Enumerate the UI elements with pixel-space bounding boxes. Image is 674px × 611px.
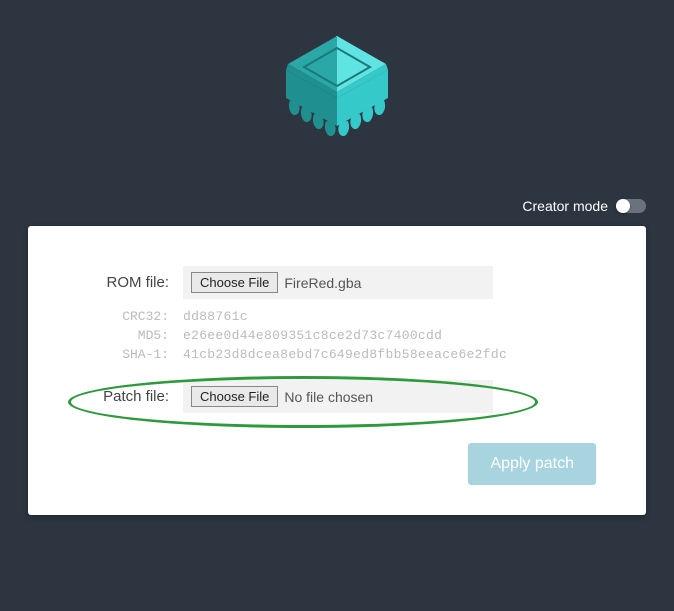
crc32-value: dd88761c bbox=[183, 309, 248, 324]
crc32-row: CRC32: dd88761c bbox=[78, 309, 596, 324]
sha1-value: 41cb23d8dcea8ebd7c649ed8fbb58eeace6e2fdc bbox=[183, 347, 507, 362]
chip-logo-icon bbox=[262, 18, 412, 168]
patcher-card: ROM file: Choose File FireRed.gba CRC32:… bbox=[28, 226, 646, 515]
creator-mode-row: Creator mode bbox=[0, 198, 674, 214]
rom-file-row: ROM file: Choose File FireRed.gba bbox=[78, 266, 596, 299]
crc32-label: CRC32: bbox=[78, 309, 183, 324]
md5-value: e26ee0d44e809351c8ce2d73c7400cdd bbox=[183, 328, 442, 343]
md5-row: MD5: e26ee0d44e809351c8ce2d73c7400cdd bbox=[78, 328, 596, 343]
logo-area bbox=[0, 0, 674, 198]
patch-file-label: Patch file: bbox=[78, 388, 183, 405]
creator-mode-toggle[interactable] bbox=[616, 199, 646, 213]
sha1-label: SHA-1: bbox=[78, 347, 183, 362]
patch-file-row: Patch file: Choose File No file chosen bbox=[78, 380, 596, 413]
patch-choose-file-button[interactable]: Choose File bbox=[191, 386, 278, 407]
rom-file-name: FireRed.gba bbox=[284, 275, 361, 291]
toggle-knob bbox=[616, 199, 630, 213]
creator-mode-label: Creator mode bbox=[522, 198, 608, 214]
md5-label: MD5: bbox=[78, 328, 183, 343]
rom-file-label: ROM file: bbox=[78, 274, 183, 291]
patch-file-input[interactable]: Choose File No file chosen bbox=[183, 380, 493, 413]
apply-row: Apply patch bbox=[78, 443, 596, 485]
sha1-row: SHA-1: 41cb23d8dcea8ebd7c649ed8fbb58eeac… bbox=[78, 347, 596, 362]
rom-file-input[interactable]: Choose File FireRed.gba bbox=[183, 266, 493, 299]
rom-choose-file-button[interactable]: Choose File bbox=[191, 272, 278, 293]
apply-patch-button[interactable]: Apply patch bbox=[468, 443, 596, 485]
patch-file-name: No file chosen bbox=[284, 389, 373, 405]
